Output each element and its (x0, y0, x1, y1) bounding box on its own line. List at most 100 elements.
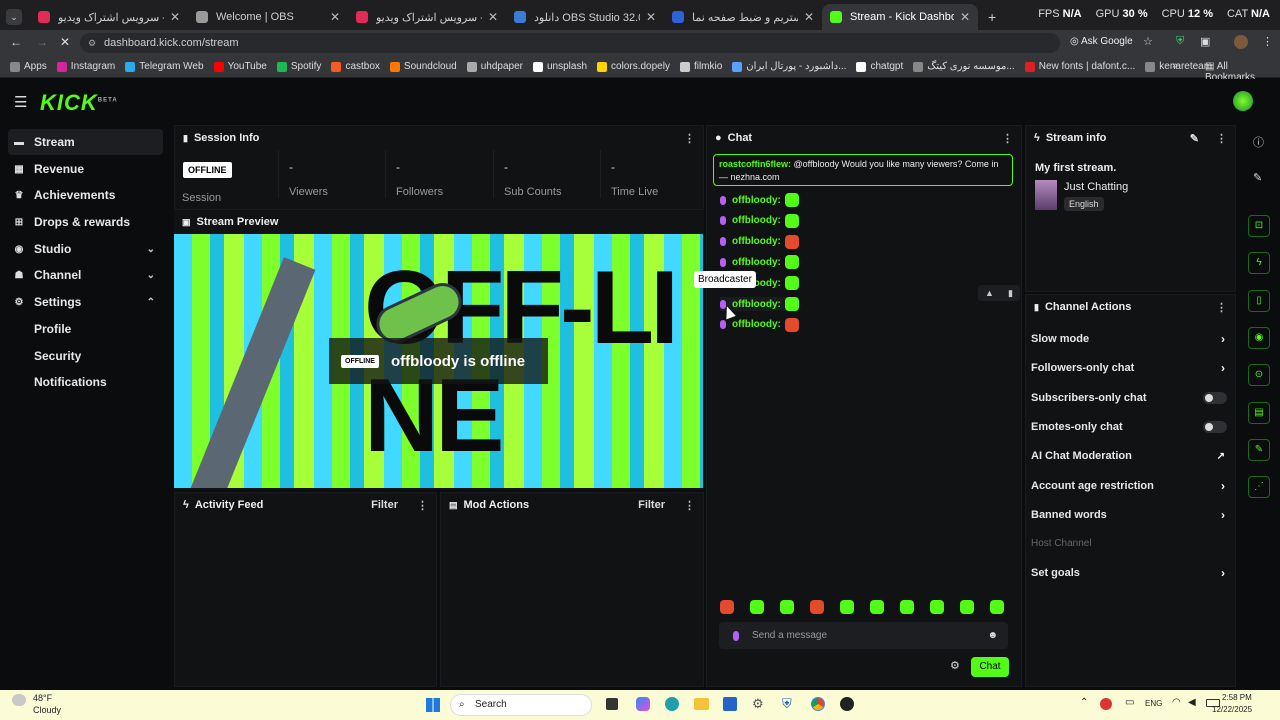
channel-action-set-goals[interactable]: Set goals › (1031, 566, 1227, 580)
chrome-icon[interactable] (811, 697, 825, 711)
channel-action-subscribers-only-chat[interactable]: Subscribers-only chat (1031, 391, 1227, 404)
toggle-switch[interactable] (1203, 420, 1227, 433)
settings-subitem-profile[interactable]: Profile (34, 322, 71, 336)
channel-action-ai-chat-moderation[interactable]: AI Chat Moderation ↗ (1031, 450, 1227, 462)
focus-icon[interactable]: ⊡ (1248, 215, 1270, 237)
nav-item-achievements[interactable]: ♛ Achievements (8, 182, 163, 208)
mod-actions-menu-icon[interactable]: ⋮ (684, 499, 695, 512)
windows-start-icon[interactable] (426, 698, 440, 712)
info-icon[interactable]: ⓘ (1253, 134, 1264, 150)
bookmark-item[interactable]: New fonts | dafont.c... (1024, 61, 1135, 72)
bookmark-item[interactable]: Apps (10, 61, 47, 72)
close-tab-icon[interactable]: ✕ (954, 10, 970, 24)
nav-item-studio[interactable]: ◉ Studio ⌄ (8, 236, 163, 262)
browser-tab[interactable]: Welcome | OBS ✕ (188, 4, 348, 30)
tray-display-icon[interactable]: ▭ (1125, 697, 1134, 708)
emoji-picker-icon[interactable]: ☻ (987, 622, 998, 649)
chat-username[interactable]: offbloody: (732, 195, 781, 206)
stream-info-menu-icon[interactable]: ⋮ (1216, 132, 1227, 145)
chevron-down-icon[interactable]: ⌄ (147, 244, 155, 255)
kick-logo[interactable]: KICKBETA (40, 90, 118, 116)
bookmarks-overflow-icon[interactable]: » (1172, 60, 1178, 71)
bookmark-item[interactable]: kenareteam (1145, 61, 1212, 72)
activity-menu-icon[interactable]: ⋮ (417, 499, 428, 512)
chat-message[interactable]: offbloody: (720, 213, 799, 228)
nav-item-settings[interactable]: ⚙ Settings ⌃ (8, 289, 163, 315)
clock-time[interactable]: 2:58 PM (1222, 693, 1252, 702)
bookmark-item[interactable]: Soundcloud (389, 61, 457, 72)
chat-username[interactable]: offbloody: (732, 215, 781, 226)
bookmark-item[interactable]: موسسه نوری کیتگ... (913, 61, 1015, 72)
layout-icon[interactable]: ▤ (1248, 401, 1270, 424)
back-icon[interactable]: ← (10, 35, 22, 49)
chevron-right-icon[interactable]: › (1221, 479, 1225, 493)
task-view-icon[interactable] (606, 698, 618, 710)
wifi-icon[interactable]: ◠ (1172, 697, 1181, 708)
tray-app-icon[interactable] (1100, 698, 1112, 710)
chat-settings-icon[interactable]: ⚙ (950, 659, 960, 672)
chat-message-input[interactable]: Send a message ☻ (719, 622, 1008, 649)
chat-username[interactable]: offbloody: (732, 319, 781, 330)
user-avatar[interactable] (1233, 91, 1253, 111)
close-tab-icon[interactable]: ✕ (798, 10, 814, 24)
activity-filter-button[interactable]: Filter (371, 499, 398, 511)
mod-filter-button[interactable]: Filter (638, 499, 665, 511)
emote-icon[interactable] (960, 600, 974, 614)
pinned-username[interactable]: roastcoffin6flew: (719, 159, 791, 169)
url-field[interactable]: ⚙ dashboard.kick.com/stream (80, 33, 1060, 53)
browser-tab[interactable]: آموزش استریم و ضبط صفحه نما✕ (664, 4, 822, 30)
bookmark-item[interactable]: uhdpaper (466, 61, 523, 72)
chat-username[interactable]: offbloody: (732, 299, 781, 310)
nav-item-stream[interactable]: ▬ Stream (8, 129, 163, 155)
bookmark-item[interactable]: Instagram (56, 61, 115, 72)
channel-action-emotes-only-chat[interactable]: Emotes-only chat (1031, 420, 1227, 433)
wrench-icon[interactable]: ✎ (1248, 438, 1270, 461)
pin-message-icon[interactable]: ▲ (985, 288, 994, 298)
nav-item-revenue[interactable]: ▦ Revenue (8, 156, 163, 182)
taskbar-search[interactable]: ⌕ Search (450, 694, 592, 716)
chat-username[interactable]: offbloody: (732, 257, 781, 268)
ask-google-button[interactable]: ◎ Ask Google (1070, 36, 1133, 47)
bookmark-item[interactable]: داشبورد - پورتال ایران... (732, 61, 846, 72)
volume-icon[interactable]: ◀ (1188, 697, 1196, 708)
channel-action-banned-words[interactable]: Banned words › (1031, 508, 1227, 522)
stream-category[interactable]: Just Chatting (1064, 181, 1128, 193)
profile-avatar[interactable] (1234, 35, 1248, 49)
chat-message[interactable]: offbloody: (720, 193, 799, 207)
emote-icon[interactable] (990, 600, 1004, 614)
pinned-message[interactable]: roastcoffin6flew: @offbloody Would you l… (713, 154, 1013, 186)
session-info-menu-icon[interactable]: ⋮ (684, 132, 695, 145)
chat-menu-icon[interactable]: ⋮ (1002, 132, 1013, 145)
send-chat-button[interactable]: Chat (971, 657, 1009, 677)
delete-message-icon[interactable]: ▮ (1008, 288, 1013, 299)
chat-message[interactable]: offbloody: (720, 255, 799, 270)
emote-icon[interactable] (810, 600, 824, 614)
emote-icon[interactable] (900, 600, 914, 614)
chevron-right-icon[interactable]: › (1221, 566, 1225, 580)
emote-icon[interactable] (750, 600, 764, 614)
close-tab-icon[interactable]: ✕ (324, 10, 340, 24)
close-tab-icon[interactable]: ✕ (164, 10, 180, 24)
emote-icon[interactable] (930, 600, 944, 614)
bookmark-item[interactable]: Spotify (276, 61, 321, 72)
chevron-down-icon[interactable]: ⌄ (147, 270, 155, 281)
broadcast-icon[interactable]: ⊙ (1248, 364, 1270, 387)
channel-action-account-age-restriction[interactable]: Account age restriction › (1031, 479, 1227, 493)
channel-action-followers-only-chat[interactable]: Followers-only chat › (1031, 361, 1227, 375)
tray-chevron-icon[interactable]: ⌃ (1080, 697, 1088, 708)
chat-message[interactable]: offbloody: (720, 234, 799, 249)
extension-shield-icon[interactable]: ⛨ (1176, 35, 1184, 48)
emote-icon[interactable] (780, 600, 794, 614)
bookmark-item[interactable]: colors.dopely (597, 61, 670, 72)
copilot-icon[interactable] (636, 697, 650, 711)
edge-icon[interactable] (665, 697, 679, 711)
clock-date[interactable]: 12/22/2025 (1212, 705, 1252, 714)
file-explorer-icon[interactable] (694, 698, 709, 710)
card-icon[interactable]: ▯ (1248, 289, 1270, 312)
bookmark-item[interactable]: Telegram Web (125, 61, 204, 72)
browser-tab[interactable]: آپارات - سرویس اشتراک ویدیو✕ (30, 4, 188, 30)
chat-bubble-icon[interactable]: ◉ (1248, 326, 1270, 349)
channel-actions-menu-icon[interactable]: ⋮ (1216, 301, 1227, 314)
browser-tab[interactable]: آپارات - سرویس اشتراک ویدیو✕ (348, 4, 506, 30)
external-link-icon[interactable]: ↗ (1217, 451, 1225, 462)
